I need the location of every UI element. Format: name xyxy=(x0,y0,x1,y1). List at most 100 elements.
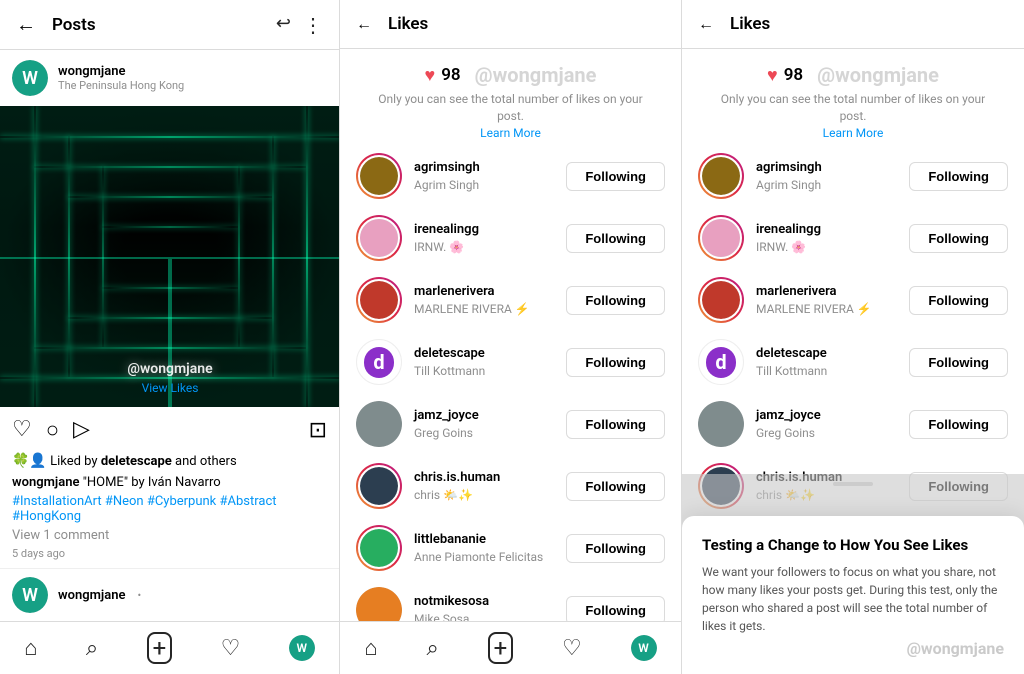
like-avatar[interactable] xyxy=(698,215,744,261)
like-avatar[interactable] xyxy=(356,463,402,509)
back-icon-right[interactable]: ← xyxy=(698,14,714,34)
like-avatar[interactable] xyxy=(356,587,402,621)
liked-by-suffix: and others xyxy=(175,454,237,469)
like-display-name: Mike Sosa xyxy=(414,611,554,621)
like-item: jamz_joyce Greg Goins Following xyxy=(682,393,1024,455)
post-bottom-avatar[interactable]: W xyxy=(12,577,48,613)
like-avatar[interactable] xyxy=(698,277,744,323)
nav-home-icon-mid[interactable]: ⌂ xyxy=(364,635,377,661)
like-avatar[interactable]: d xyxy=(698,339,744,385)
liked-by-user[interactable]: deletescape xyxy=(101,454,172,469)
header-icons-right: ↩ ⋮ xyxy=(276,13,323,37)
posts-panel: ← Posts ↩ ⋮ W wongmjane The Peninsula Ho… xyxy=(0,0,340,674)
likes-count-right: 98 xyxy=(784,65,803,85)
like-user-info: irenealingg IRNW. 🌸 xyxy=(756,221,897,256)
bottom-nav-left: ⌂ ⌕ + ♡ W xyxy=(0,621,339,674)
like-username[interactable]: irenealingg xyxy=(414,221,554,239)
modal-title: Testing a Change to How You See Likes xyxy=(702,536,1004,556)
view-likes-link[interactable]: View Likes xyxy=(142,381,199,395)
like-username[interactable]: notmikesosa xyxy=(414,593,554,611)
like-display-name: MARLENE RIVERA ⚡ xyxy=(756,301,897,318)
likes-watermark-right: @wongmjane xyxy=(817,63,939,87)
like-username[interactable]: jamz_joyce xyxy=(756,407,897,425)
following-button[interactable]: Following xyxy=(566,348,665,377)
like-avatar[interactable] xyxy=(356,153,402,199)
like-display-name: Anne Piamonte Felicitas xyxy=(414,549,554,566)
back-icon[interactable]: ← xyxy=(16,12,36,37)
like-avatar[interactable] xyxy=(698,401,744,447)
like-display-name: Till Kottmann xyxy=(756,363,897,380)
comment-icon[interactable]: ○ xyxy=(46,417,59,443)
following-button[interactable]: Following xyxy=(909,286,1008,315)
likes-watermark-middle: @wongmjane xyxy=(475,63,597,87)
bookmark-icon[interactable]: ⊡ xyxy=(309,418,327,443)
like-display-name: Agrim Singh xyxy=(414,177,554,194)
following-button[interactable]: Following xyxy=(566,162,665,191)
like-user-info: notmikesosa Mike Sosa xyxy=(414,593,554,621)
nav-heart-icon-mid[interactable]: ♡ xyxy=(562,636,582,661)
like-username[interactable]: jamz_joyce xyxy=(414,407,554,425)
following-button[interactable]: Following xyxy=(909,410,1008,439)
like-username[interactable]: deletescape xyxy=(756,345,897,363)
following-button[interactable]: Following xyxy=(566,472,665,501)
share-icon[interactable]: ▷ xyxy=(73,417,90,443)
nav-heart-icon[interactable]: ♡ xyxy=(221,636,241,661)
nav-profile-avatar[interactable]: W xyxy=(289,635,315,661)
like-username[interactable]: littlebananie xyxy=(414,531,554,549)
like-username[interactable]: marlenerivera xyxy=(414,283,554,301)
likes-count-section-right: ♥ 98 @wongmjane Only you can see the tot… xyxy=(682,49,1024,145)
heart-icon-middle: ♥ xyxy=(425,65,436,86)
like-avatar[interactable] xyxy=(356,401,402,447)
following-button[interactable]: Following xyxy=(566,596,665,621)
following-button[interactable]: Following xyxy=(909,224,1008,253)
likes-title-right: Likes xyxy=(730,14,770,34)
following-button[interactable]: Following xyxy=(566,410,665,439)
like-username[interactable]: chris.is.human xyxy=(414,469,554,487)
reply-icon[interactable]: ↩ xyxy=(276,13,291,37)
like-display-name: MARLENE RIVERA ⚡ xyxy=(414,301,554,318)
post-comment-link[interactable]: View 1 comment xyxy=(0,526,339,545)
likes-header-right: ← Likes xyxy=(682,0,1024,49)
like-icon[interactable]: ♡ xyxy=(12,417,32,443)
learn-more-right[interactable]: Learn More xyxy=(823,126,884,140)
following-button[interactable]: Following xyxy=(909,162,1008,191)
like-username[interactable]: irenealingg xyxy=(756,221,897,239)
nav-add-icon-mid[interactable]: + xyxy=(488,632,514,664)
post-hashtags[interactable]: #InstallationArt #Neon #Cyberpunk #Abstr… xyxy=(0,492,339,526)
post-actions: ♡ ○ ▷ ⊡ xyxy=(0,407,339,453)
nav-search-icon[interactable]: ⌕ xyxy=(86,636,98,661)
post-location: The Peninsula Hong Kong xyxy=(58,79,327,92)
nav-search-icon-mid[interactable]: ⌕ xyxy=(426,636,438,661)
like-item: d deletescape Till Kottmann Following xyxy=(682,331,1024,393)
like-avatar[interactable] xyxy=(356,525,402,571)
post-username[interactable]: wongmjane xyxy=(58,64,327,79)
like-user-info: jamz_joyce Greg Goins xyxy=(414,407,554,442)
learn-more-middle[interactable]: Learn More xyxy=(480,126,541,140)
like-display-name: Greg Goins xyxy=(414,425,554,442)
modal-watermark: @wongmjane xyxy=(702,639,1004,658)
liked-by-text: Liked by xyxy=(50,454,97,469)
nav-profile-avatar-mid[interactable]: W xyxy=(631,635,657,661)
nav-home-icon[interactable]: ⌂ xyxy=(24,635,37,661)
like-avatar[interactable] xyxy=(698,153,744,199)
like-avatar[interactable] xyxy=(356,215,402,261)
more-options-icon[interactable]: ⋮ xyxy=(303,13,323,37)
like-username[interactable]: agrimsingh xyxy=(756,159,897,177)
like-user-info: jamz_joyce Greg Goins xyxy=(756,407,897,442)
following-button[interactable]: Following xyxy=(909,348,1008,377)
like-avatar[interactable]: d xyxy=(356,339,402,385)
like-username[interactable]: marlenerivera xyxy=(756,283,897,301)
like-item: agrimsingh Agrim Singh Following xyxy=(682,145,1024,207)
like-item: jamz_joyce Greg Goins Following xyxy=(340,393,681,455)
back-icon-middle[interactable]: ← xyxy=(356,14,372,34)
following-button[interactable]: Following xyxy=(566,224,665,253)
following-button[interactable]: Following xyxy=(566,534,665,563)
caption-username[interactable]: wongmjane xyxy=(12,475,79,490)
post-author-avatar[interactable]: W xyxy=(12,60,48,96)
like-item: notmikesosa Mike Sosa Following xyxy=(340,579,681,621)
like-username[interactable]: deletescape xyxy=(414,345,554,363)
like-avatar[interactable] xyxy=(356,277,402,323)
following-button[interactable]: Following xyxy=(566,286,665,315)
like-username[interactable]: agrimsingh xyxy=(414,159,554,177)
nav-add-icon[interactable]: + xyxy=(147,632,173,664)
